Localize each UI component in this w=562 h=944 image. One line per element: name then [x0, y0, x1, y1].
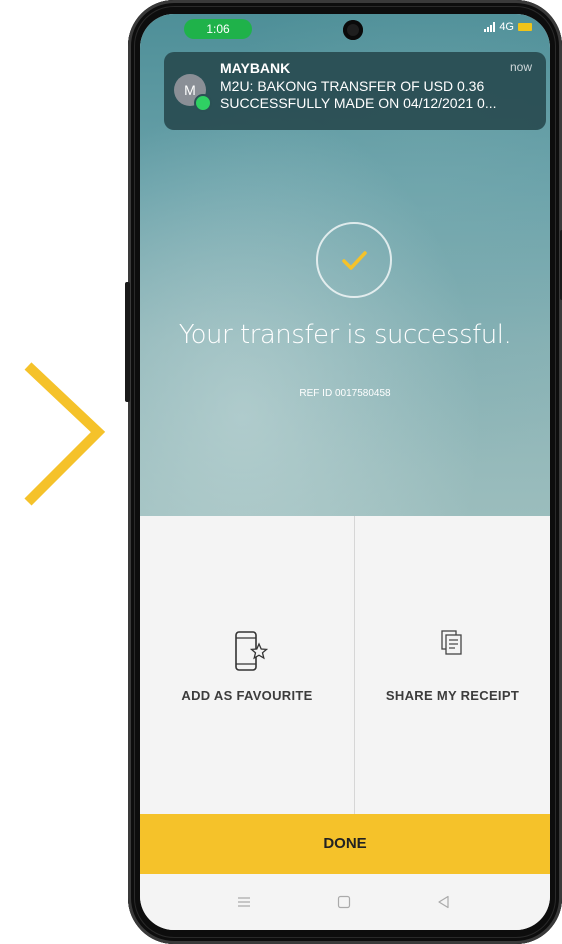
reference-id: REF ID 0017580458: [299, 388, 391, 399]
phone-frame: 1:06 4G M MAYBANK now M2U: BAKONG TRANSF…: [125, 0, 562, 944]
add-favourite-label: ADD AS FAVOURITE: [181, 688, 313, 703]
battery-icon: [518, 23, 532, 31]
phone-star-icon: [235, 631, 268, 671]
chevron-right-icon: [24, 362, 106, 506]
receipt-icon: [441, 630, 462, 655]
notification-body: M2U: BAKONG TRANSFER OF USD 0.36 SUCCESS…: [220, 78, 540, 112]
message-badge-icon: [194, 94, 212, 112]
share-receipt-button[interactable]: SHARE MY RECEIPT: [355, 516, 550, 814]
add-favourite-button[interactable]: ADD AS FAVOURITE: [140, 516, 354, 814]
notification-time: now: [509, 60, 532, 74]
success-check-icon: [316, 222, 392, 298]
notification-line-2: SUCCESSFULLY MADE ON 04/12/2021 0...: [220, 95, 497, 111]
home-square-icon[interactable]: [336, 894, 352, 910]
done-button[interactable]: DONE: [140, 814, 550, 874]
status-time: 1:06: [184, 19, 252, 39]
network-type: 4G: [499, 21, 514, 33]
notification-line-1: M2U: BAKONG TRANSFER OF USD 0.36: [220, 78, 485, 94]
system-navigation-bar: [140, 874, 550, 930]
menu-icon[interactable]: [236, 894, 252, 910]
signal-icon: [484, 22, 496, 32]
notification-title: MAYBANK: [220, 60, 291, 76]
front-camera: [343, 20, 363, 40]
phone-screen: 1:06 4G M MAYBANK now M2U: BAKONG TRANSF…: [140, 14, 550, 930]
back-triangle-icon[interactable]: [436, 894, 452, 910]
volume-button: [125, 282, 130, 402]
success-hero: 1:06 4G M MAYBANK now M2U: BAKONG TRANSF…: [140, 14, 550, 516]
status-indicators: 4G: [484, 21, 532, 33]
status-bar: 1:06 4G: [140, 14, 550, 40]
notification-banner[interactable]: M MAYBANK now M2U: BAKONG TRANSFER OF US…: [164, 52, 546, 130]
share-receipt-label: SHARE MY RECEIPT: [385, 688, 520, 703]
post-transfer-actions: ADD AS FAVOURITE SHARE MY RECEIPT: [140, 516, 550, 814]
success-message: Your transfer is successful.: [178, 320, 512, 350]
